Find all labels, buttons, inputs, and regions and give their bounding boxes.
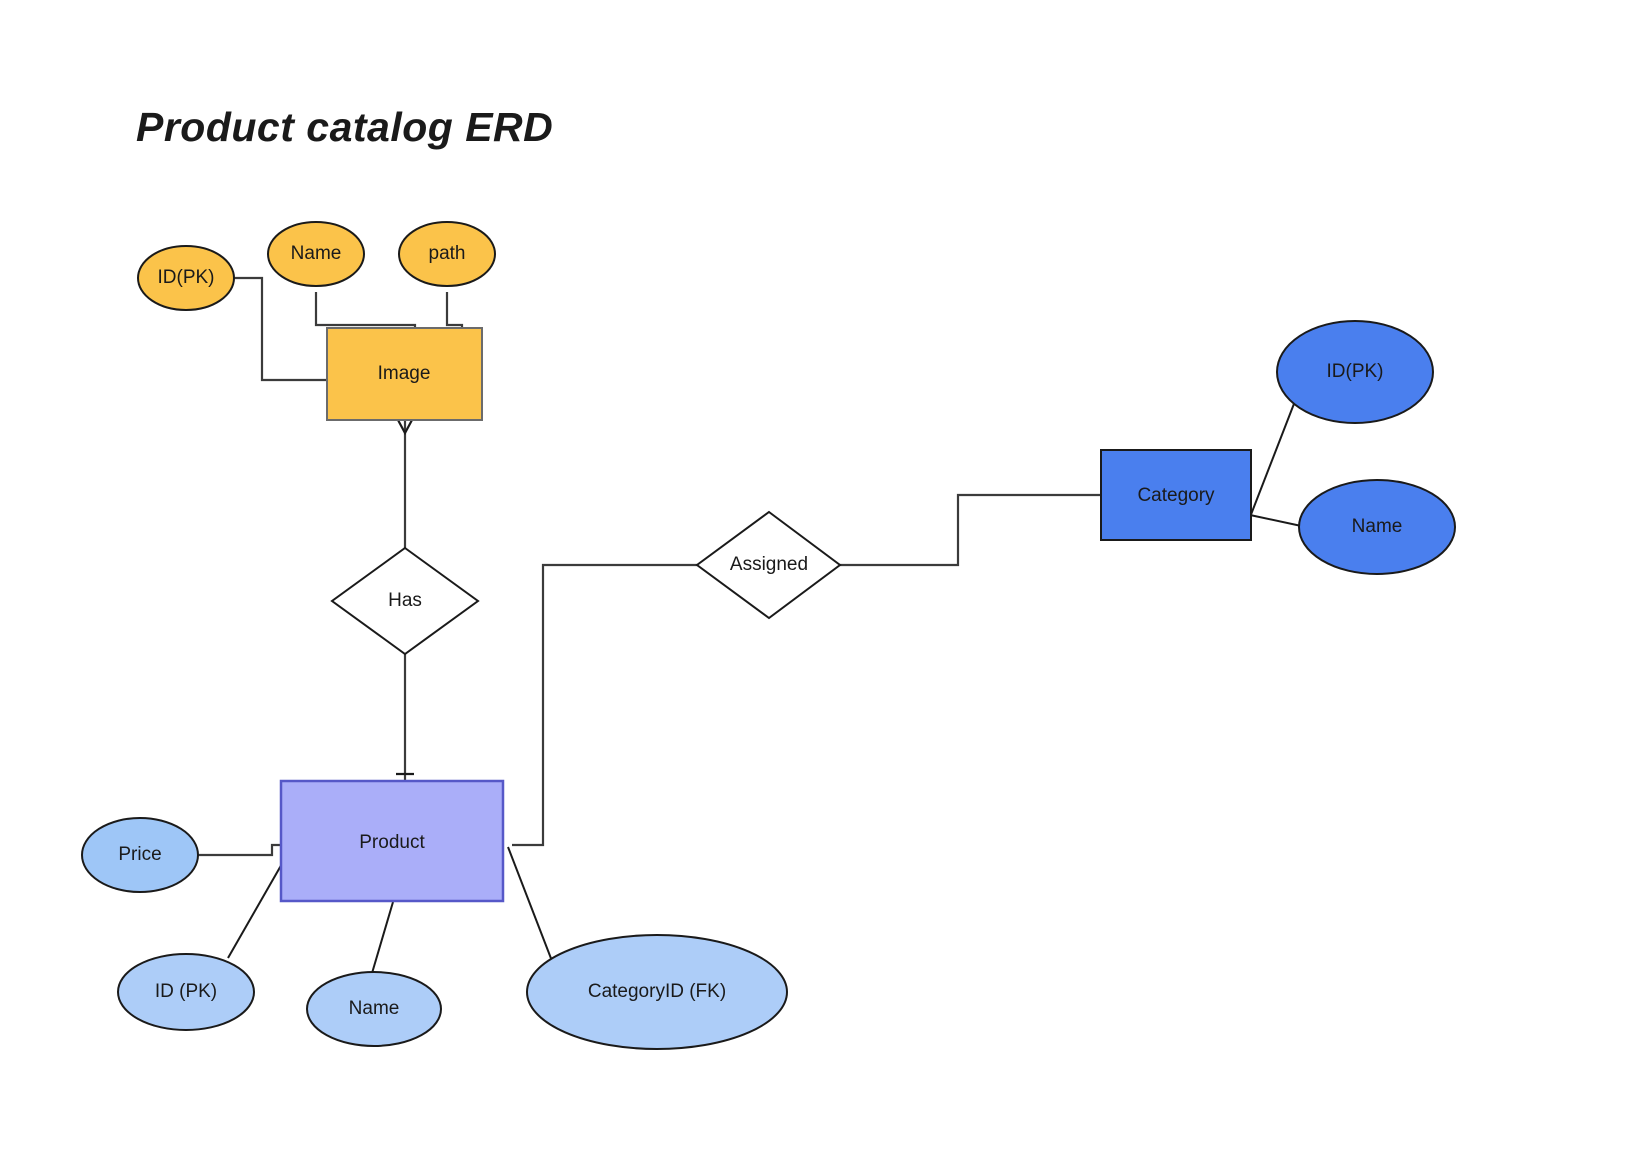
entity-image-label: Image <box>378 363 431 384</box>
connector-product-categoryid <box>507 846 553 962</box>
entity-category-label: Category <box>1137 485 1215 506</box>
connector-image-path <box>445 292 464 331</box>
connector-category-id <box>1244 395 1298 531</box>
attribute-image-name[interactable]: Name <box>267 221 365 287</box>
connector-product-name <box>369 901 394 981</box>
connector-image-name <box>314 292 417 331</box>
entity-product-label: Product <box>359 832 425 853</box>
connector-product-id <box>227 861 284 959</box>
attribute-image-path-label: path <box>429 243 466 264</box>
attribute-image-name-label: Name <box>291 243 342 264</box>
relationship-assigned-label: Assigned <box>730 554 808 575</box>
attribute-category-id-label: ID(PK) <box>1327 361 1384 382</box>
connector-image-id <box>231 276 340 382</box>
attribute-product-id[interactable]: ID (PK) <box>117 953 255 1031</box>
entity-image[interactable]: Image <box>326 327 483 421</box>
attribute-product-categoryid-label: CategoryID (FK) <box>588 981 726 1002</box>
relationship-assigned[interactable]: Assigned <box>695 510 842 620</box>
attribute-product-name-label: Name <box>349 998 400 1019</box>
connector-category-name <box>1249 514 1307 528</box>
entity-product[interactable]: Product <box>279 779 505 903</box>
connector-product-assigned <box>512 563 697 847</box>
attribute-image-id[interactable]: ID(PK) <box>137 245 235 311</box>
attribute-image-id-label: ID(PK) <box>158 267 215 288</box>
erd-svg-canvas: Image ID(PK) Name path Has Assigned Cate… <box>81 221 1456 1050</box>
relationship-has[interactable]: Has <box>330 546 480 656</box>
attribute-category-name[interactable]: Name <box>1298 479 1456 575</box>
attribute-image-path[interactable]: path <box>398 221 496 287</box>
attribute-category-name-label: Name <box>1352 516 1403 537</box>
attribute-product-categoryid[interactable]: CategoryID (FK) <box>526 934 788 1050</box>
entity-category[interactable]: Category <box>1100 449 1252 541</box>
relationship-has-label: Has <box>388 590 422 611</box>
attribute-product-id-label: ID (PK) <box>155 981 217 1002</box>
attribute-product-price-label: Price <box>118 844 161 865</box>
attribute-category-id[interactable]: ID(PK) <box>1276 320 1434 424</box>
connector-product-price <box>198 843 282 857</box>
attribute-product-name[interactable]: Name <box>306 971 442 1047</box>
attribute-product-price[interactable]: Price <box>81 817 199 893</box>
